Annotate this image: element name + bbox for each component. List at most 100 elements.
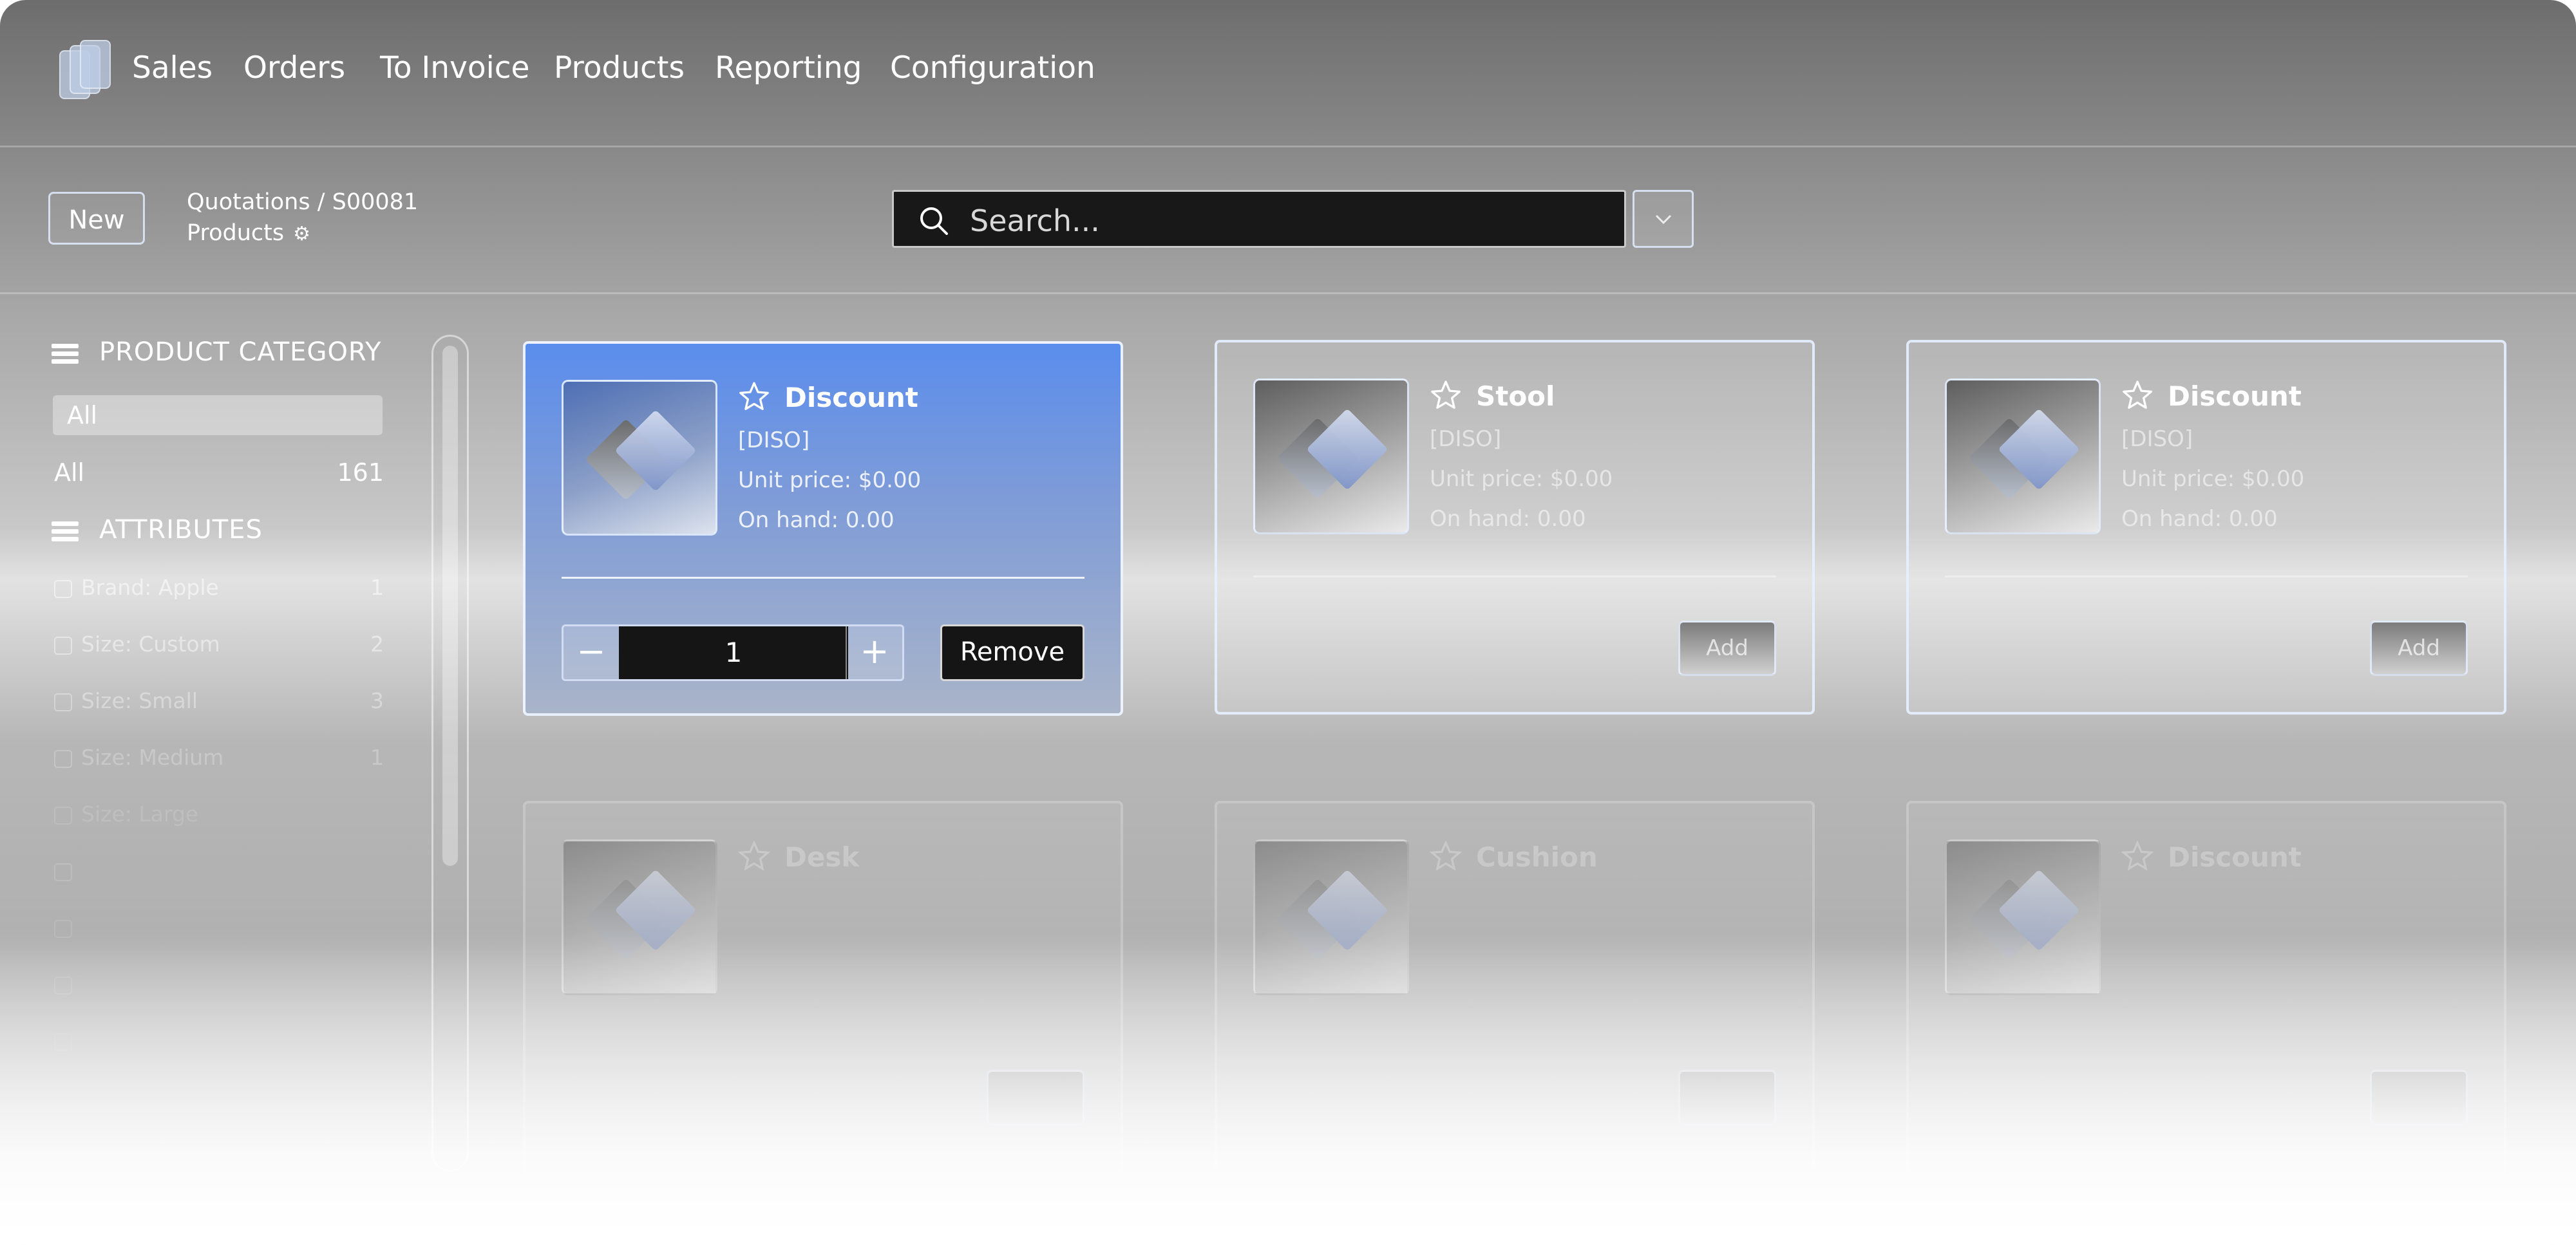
product-category-label: PRODUCT CATEGORY <box>99 337 382 367</box>
attribute-brand-apple[interactable]: Brand: Apple 1 <box>54 575 384 600</box>
product-card[interactable]: Discount [DISO] Unit price: $0.00 On han… <box>1906 340 2506 715</box>
app-logo-icon[interactable] <box>57 40 115 99</box>
attribute-count: 1 <box>370 745 384 770</box>
star-icon[interactable] <box>1430 380 1462 411</box>
new-button[interactable]: New <box>48 192 145 245</box>
product-title-text: Cushion <box>1476 841 1598 873</box>
star-icon[interactable] <box>738 381 770 412</box>
search-placeholder: Search... <box>970 203 1100 238</box>
attributes-label: ATTRIBUTES <box>99 515 263 545</box>
add-button[interactable]: Add <box>1678 621 1776 676</box>
attribute-count: 1 <box>370 575 384 600</box>
product-card[interactable]: Cushion <box>1215 801 1815 1175</box>
product-card[interactable]: Stool [DISO] Unit price: $0.00 On hand: … <box>1215 340 1815 715</box>
product-image <box>1945 839 2101 995</box>
product-image <box>1253 379 1409 534</box>
attribute-size-custom[interactable]: Size: Custom 2 <box>54 632 384 657</box>
attribute-size-medium[interactable]: Size: Medium 1 <box>54 745 384 770</box>
chevron-down-icon <box>1655 214 1671 225</box>
product-image <box>1945 379 2101 534</box>
product-on-hand: On hand: 0.00 <box>1430 506 1586 532</box>
nav-orders[interactable]: Orders <box>243 50 345 86</box>
list-icon <box>52 518 79 545</box>
card-divider <box>1253 576 1776 577</box>
product-card[interactable]: Discount <box>1906 801 2506 1175</box>
breadcrumb-current: Products ⚙ <box>187 220 310 246</box>
checkbox[interactable] <box>54 579 72 598</box>
decrement-button[interactable]: − <box>564 626 620 679</box>
category-filter-input[interactable]: All <box>53 395 383 435</box>
breadcrumb-parent[interactable]: Quotations / S00081 <box>187 189 418 215</box>
checkbox[interactable] <box>54 919 72 938</box>
attributes-heading: ATTRIBUTES <box>52 515 263 545</box>
star-icon[interactable] <box>2121 380 2154 411</box>
card-divider <box>1945 576 2468 577</box>
attribute-row-empty[interactable] <box>54 971 384 997</box>
scrollbar-thumb[interactable] <box>442 346 458 866</box>
app-window: Sales Orders To Invoice Products Reporti… <box>0 0 2576 1245</box>
checkbox[interactable] <box>54 976 72 995</box>
product-category-heading: PRODUCT CATEGORY <box>52 337 382 367</box>
product-image <box>562 839 717 995</box>
checkbox[interactable] <box>54 806 72 825</box>
product-card[interactable]: Desk <box>523 801 1123 1175</box>
category-item-all[interactable]: All 161 <box>54 458 384 487</box>
product-title: Discount <box>2121 841 2302 873</box>
search-input[interactable]: Search... <box>892 190 1626 248</box>
attribute-label: Size: Small <box>81 688 198 713</box>
sidebar-scrollbar[interactable] <box>431 335 469 1172</box>
add-button[interactable] <box>987 1070 1084 1125</box>
quantity-input[interactable]: 1 <box>619 626 848 679</box>
product-title-text: Discount <box>2168 380 2302 412</box>
attribute-size-small[interactable]: Size: Small 3 <box>54 688 384 713</box>
checkbox[interactable] <box>54 693 72 711</box>
attribute-count: 3 <box>370 688 384 713</box>
checkbox[interactable] <box>54 1033 72 1051</box>
attribute-row-empty[interactable] <box>54 915 384 940</box>
search-options-toggle[interactable] <box>1633 190 1694 248</box>
attribute-label: Size: Medium <box>81 745 224 770</box>
product-code: [DISO] <box>2121 426 2193 452</box>
quantity-stepper[interactable]: − 1 + <box>562 624 904 681</box>
star-icon[interactable] <box>2121 841 2154 872</box>
gear-icon[interactable]: ⚙ <box>293 223 310 245</box>
product-title: Cushion <box>1430 841 1598 873</box>
product-title: Desk <box>738 841 859 873</box>
nav-products[interactable]: Products <box>554 50 685 86</box>
remove-button[interactable]: Remove <box>940 624 1084 681</box>
product-title-text: Discount <box>784 382 918 413</box>
product-unit-price: Unit price: $0.00 <box>738 467 922 493</box>
product-title: Discount <box>2121 380 2302 412</box>
product-card-selected[interactable]: Discount [DISO] Unit price: $0.00 On han… <box>523 341 1123 716</box>
nav-configuration[interactable]: Configuration <box>890 50 1095 86</box>
product-title-text: Discount <box>2168 841 2302 873</box>
star-icon[interactable] <box>738 841 770 872</box>
attribute-row-empty[interactable] <box>54 1028 384 1053</box>
category-item-label: All <box>54 458 85 487</box>
increment-button[interactable]: + <box>846 626 902 679</box>
star-icon[interactable] <box>1430 841 1462 872</box>
product-code: [DISO] <box>1430 426 1502 452</box>
attribute-label: Brand: Apple <box>81 575 219 600</box>
category-item-count: 161 <box>337 458 384 487</box>
nav-reporting[interactable]: Reporting <box>715 50 862 86</box>
attribute-size-large[interactable]: Size: Large <box>54 801 384 827</box>
checkbox[interactable] <box>54 863 72 881</box>
search-icon <box>920 207 948 235</box>
product-title-text: Stool <box>1476 380 1555 412</box>
product-image <box>562 380 717 536</box>
checkbox[interactable] <box>54 749 72 768</box>
checkbox[interactable] <box>54 636 72 655</box>
product-title: Stool <box>1430 380 1555 412</box>
add-button[interactable]: Add <box>2370 621 2468 676</box>
product-on-hand: On hand: 0.00 <box>738 507 895 533</box>
add-button[interactable] <box>1678 1070 1776 1125</box>
product-image <box>1253 839 1409 995</box>
product-title: Discount <box>738 381 918 413</box>
add-button[interactable] <box>2370 1070 2468 1125</box>
nav-sales[interactable]: Sales <box>132 50 213 86</box>
product-on-hand: On hand: 0.00 <box>2121 506 2278 532</box>
attribute-row-empty[interactable] <box>54 858 384 883</box>
nav-to-invoice[interactable]: To Invoice <box>380 50 529 86</box>
attribute-count: 2 <box>370 632 384 657</box>
